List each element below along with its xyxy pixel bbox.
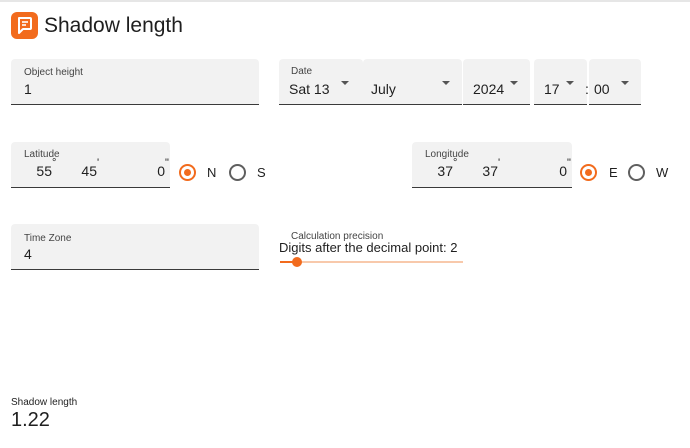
longitude-seconds: 0 xyxy=(559,163,567,179)
result-value: 1.22 xyxy=(11,409,50,431)
time-hour-value: 17 xyxy=(544,81,560,97)
latitude-option-n: N xyxy=(207,165,217,180)
latitude-seconds: 0 xyxy=(157,163,165,179)
longitude-minutes: 37 xyxy=(482,163,498,179)
app-logo-icon xyxy=(11,12,38,39)
time-zone-value: 4 xyxy=(24,246,32,262)
precision-slider-thumb[interactable] xyxy=(292,257,302,267)
date-year-value: 2024 xyxy=(473,81,505,97)
longitude-label: Longitude xyxy=(425,149,469,160)
latitude-degrees: 55 xyxy=(36,163,52,179)
time-hour-select[interactable]: 17 xyxy=(534,59,587,105)
object-height-field[interactable]: Object height 1 xyxy=(11,59,259,105)
longitude-field[interactable]: Longitude 37 ° 37 ' 0 " xyxy=(412,142,572,188)
time-zone-field[interactable]: Time Zone 4 xyxy=(11,224,259,270)
chevron-down-icon xyxy=(621,81,629,85)
degree-symbol: ° xyxy=(52,157,57,169)
date-month-select[interactable]: July xyxy=(363,59,462,105)
longitude-degrees: 37 xyxy=(437,163,453,179)
chevron-down-icon xyxy=(510,81,518,85)
longitude-option-w: W xyxy=(656,165,669,180)
latitude-radio-n[interactable] xyxy=(179,164,196,181)
latitude-option-s: S xyxy=(257,165,266,180)
precision-slider-track[interactable] xyxy=(280,261,463,263)
longitude-radio-w[interactable] xyxy=(628,164,645,181)
date-month-value: July xyxy=(371,81,396,97)
chevron-down-icon xyxy=(442,81,450,85)
longitude-radio-e[interactable] xyxy=(580,164,597,181)
date-day-select[interactable]: Date Sat 13 xyxy=(279,59,363,105)
longitude-option-e: E xyxy=(609,165,618,180)
time-minute-select[interactable]: 00 xyxy=(589,59,641,105)
page-title: Shadow length xyxy=(44,14,183,37)
latitude-radio-s[interactable] xyxy=(229,164,246,181)
result-label: Shadow length xyxy=(11,397,78,408)
date-day-value: Sat 13 xyxy=(289,81,330,97)
latitude-field[interactable]: Latitude 55 ° 45 ' 0 " xyxy=(11,142,170,188)
object-height-label: Object height xyxy=(24,67,83,78)
chevron-down-icon xyxy=(566,81,574,85)
time-zone-label: Time Zone xyxy=(24,233,72,244)
minute-symbol: ' xyxy=(97,157,100,169)
minute-symbol: ' xyxy=(498,157,501,169)
top-divider xyxy=(0,0,690,2)
date-year-select[interactable]: 2024 xyxy=(463,59,530,105)
precision-text: Digits after the decimal point: 2 xyxy=(279,240,458,255)
date-label: Date xyxy=(291,66,313,77)
degree-symbol: ° xyxy=(453,157,458,169)
latitude-minutes: 45 xyxy=(81,163,97,179)
second-symbol: " xyxy=(165,157,169,169)
chevron-down-icon xyxy=(341,81,349,85)
second-symbol: " xyxy=(567,157,571,169)
time-minute-value: 00 xyxy=(594,81,610,97)
object-height-value: 1 xyxy=(24,81,32,97)
